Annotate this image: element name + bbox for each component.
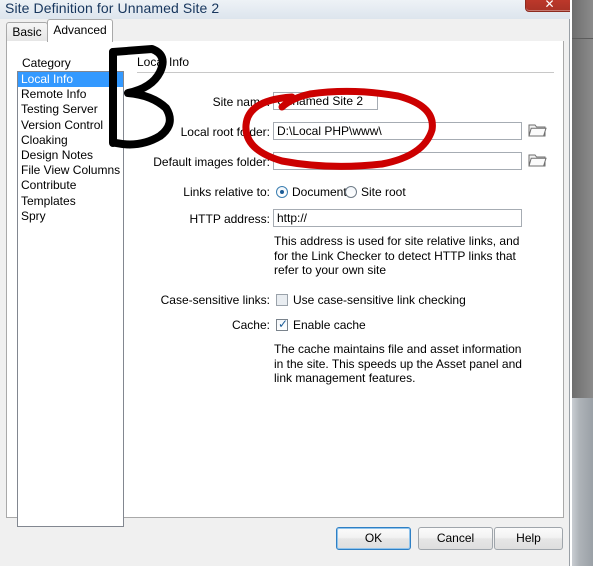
folder-icon[interactable] <box>528 122 547 138</box>
help-button[interactable]: Help <box>494 527 563 550</box>
radio-document[interactable] <box>276 186 288 198</box>
radio-dot-icon <box>280 190 284 194</box>
window-title: Site Definition for Unnamed Site 2 <box>5 0 220 16</box>
section-divider <box>137 72 554 73</box>
links-relative-to-label: Links relative to: <box>183 185 270 199</box>
http-address-label: HTTP address: <box>189 212 270 226</box>
desktop-backdrop-lower <box>572 398 593 566</box>
cache-help-text: The cache maintains file and asset infor… <box>274 342 522 385</box>
radio-site-root-label[interactable]: Site root <box>361 185 406 199</box>
cancel-button[interactable]: Cancel <box>418 527 493 550</box>
category-item-testing-server[interactable]: Testing Server <box>18 102 123 117</box>
category-item-templates[interactable]: Templates <box>18 194 123 209</box>
http-address-help-text: This address is used for site relative l… <box>274 234 520 277</box>
category-item-contribute[interactable]: Contribute <box>18 178 123 193</box>
checkmark-icon: ✓ <box>278 317 289 331</box>
http-address-input[interactable]: http:// <box>273 209 522 227</box>
category-item-remote-info[interactable]: Remote Info <box>18 87 123 102</box>
category-item-version-control[interactable]: Version Control <box>18 118 123 133</box>
tab-basic[interactable]: Basic <box>6 22 48 41</box>
folder-icon[interactable] <box>528 152 547 168</box>
ok-button[interactable]: OK <box>336 527 411 550</box>
checkbox-enable-cache[interactable]: ✓ <box>276 317 289 331</box>
tab-strip: Basic Advanced <box>0 19 570 42</box>
tab-advanced[interactable]: Advanced <box>47 19 113 42</box>
radio-site-root[interactable] <box>345 186 357 198</box>
category-item-design-notes[interactable]: Design Notes <box>18 148 123 163</box>
default-images-folder-input[interactable] <box>273 152 522 170</box>
checkbox-case-sensitive-links[interactable] <box>276 294 288 306</box>
title-bar: Site Definition for Unnamed Site 2 ✕ <box>0 0 570 19</box>
checkbox-enable-cache-label[interactable]: Enable cache <box>293 318 366 332</box>
site-name-input[interactable]: Unnamed Site 2 <box>273 92 378 110</box>
section-title: Local Info <box>137 55 190 69</box>
category-list[interactable]: Local Info Remote Info Testing Server Ve… <box>17 71 124 527</box>
checkbox-case-sensitive-links-label[interactable]: Use case-sensitive link checking <box>293 293 466 307</box>
category-item-local-info[interactable]: Local Info <box>18 72 123 88</box>
case-sensitive-links-label: Case-sensitive links: <box>160 293 270 307</box>
default-images-folder-label: Default images folder: <box>153 155 270 169</box>
radio-document-label[interactable]: Document <box>292 185 347 199</box>
category-item-cloaking[interactable]: Cloaking <box>18 133 123 148</box>
local-root-folder-label: Local root folder: <box>180 125 270 139</box>
category-item-file-view-columns[interactable]: File View Columns <box>18 163 123 178</box>
category-label: Category <box>22 56 71 70</box>
site-name-label: Site name: <box>212 95 270 109</box>
category-item-spry[interactable]: Spry <box>18 209 123 224</box>
local-root-folder-input[interactable]: D:\Local PHP\www\ <box>273 122 522 140</box>
close-icon: ✕ <box>544 0 555 11</box>
close-button[interactable]: ✕ <box>525 0 570 12</box>
site-definition-dialog: Site Definition for Unnamed Site 2 ✕ Bas… <box>0 0 570 566</box>
cache-label: Cache: <box>231 318 270 332</box>
